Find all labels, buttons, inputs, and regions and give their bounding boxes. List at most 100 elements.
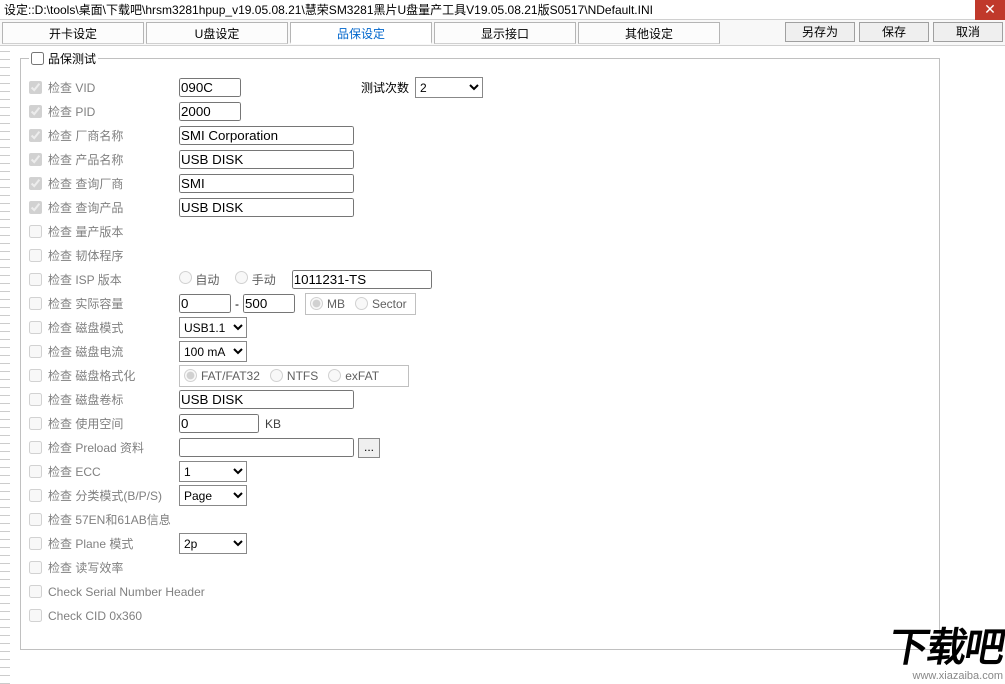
capacity-unit-group: MB Sector: [305, 293, 416, 315]
diskmode-select[interactable]: USB1.1: [179, 317, 247, 338]
check-vendor-checkbox[interactable]: [29, 129, 42, 142]
check-diskfmt-label: 检查 磁盘格式化: [48, 367, 135, 384]
vendor-input[interactable]: [179, 126, 354, 145]
used-unit: KB: [265, 417, 281, 431]
capacity-sector-label: Sector: [372, 297, 407, 311]
check-rweff-label: 检查 读写效率: [48, 559, 123, 576]
check-capacity-label: 检查 实际容量: [48, 295, 123, 312]
check-ecc-label: 检查 ECC: [48, 463, 101, 480]
check-snhdr-label: Check Serial Number Header: [48, 585, 205, 599]
class-select[interactable]: Page: [179, 485, 247, 506]
ispver-auto-radio[interactable]: [179, 271, 192, 284]
preload-input[interactable]: [179, 438, 354, 457]
check-used-label: 检查 使用空间: [48, 415, 123, 432]
ispver-manual-radio[interactable]: [235, 271, 248, 284]
check-qvendor-checkbox[interactable]: [29, 177, 42, 190]
check-vid-label: 检查 VID: [48, 79, 95, 96]
tab-card-settings[interactable]: 开卡设定: [2, 22, 144, 44]
qvendor-input[interactable]: [179, 174, 354, 193]
tab-qa-settings[interactable]: 品保设定: [290, 22, 432, 44]
check-qproduct-label: 检查 查询产品: [48, 199, 123, 216]
ispver-auto-label: 自动: [195, 273, 219, 287]
check-diskcur-checkbox[interactable]: [29, 345, 42, 358]
check-vol-checkbox[interactable]: [29, 393, 42, 406]
check-fwprog-label: 检查 韧体程序: [48, 247, 123, 264]
pid-input[interactable]: [179, 102, 241, 121]
save-button[interactable]: 保存: [859, 22, 929, 42]
product-input[interactable]: [179, 150, 354, 169]
ecc-select[interactable]: 1: [179, 461, 247, 482]
check-diskfmt-checkbox[interactable]: [29, 369, 42, 382]
check-cid-label: Check CID 0x360: [48, 609, 142, 623]
ispver-input[interactable]: [292, 270, 432, 289]
check-pid-checkbox[interactable]: [29, 105, 42, 118]
check-product-label: 检查 产品名称: [48, 151, 123, 168]
qa-legend: 品保测试: [29, 50, 98, 67]
fmt-fat-label: FAT/FAT32: [201, 369, 260, 383]
check-vol-label: 检查 磁盘卷标: [48, 391, 123, 408]
capacity-to-input[interactable]: [243, 294, 295, 313]
qa-enable-checkbox[interactable]: [31, 52, 44, 65]
plane-select[interactable]: 2p: [179, 533, 247, 554]
check-used-checkbox[interactable]: [29, 417, 42, 430]
cancel-button[interactable]: 取消: [933, 22, 1003, 42]
check-vid-checkbox[interactable]: [29, 81, 42, 94]
check-pid-label: 检查 PID: [48, 103, 95, 120]
tab-other-settings[interactable]: 其他设定: [578, 22, 720, 44]
check-class-checkbox[interactable]: [29, 489, 42, 502]
check-plane-label: 检查 Plane 模式: [48, 535, 133, 552]
check-diskmode-checkbox[interactable]: [29, 321, 42, 334]
check-en61ab-checkbox[interactable]: [29, 513, 42, 526]
check-qproduct-checkbox[interactable]: [29, 201, 42, 214]
diskfmt-group: FAT/FAT32 NTFS exFAT: [179, 365, 409, 387]
check-product-checkbox[interactable]: [29, 153, 42, 166]
qproduct-input[interactable]: [179, 198, 354, 217]
watermark-url: www.xiazaiba.com: [913, 670, 1003, 682]
check-cid-checkbox[interactable]: [29, 609, 42, 622]
left-ruler: [0, 46, 10, 684]
check-diskmode-label: 检查 磁盘模式: [48, 319, 123, 336]
tab-usb-settings[interactable]: U盘设定: [146, 22, 288, 44]
fmt-exfat-radio[interactable]: [328, 369, 341, 382]
check-ispver-label: 检查 ISP 版本: [48, 271, 122, 288]
diskcur-select[interactable]: 100 mA: [179, 341, 247, 362]
qa-legend-text: 品保测试: [48, 50, 96, 67]
preload-browse-button[interactable]: ...: [358, 438, 380, 458]
check-vendor-label: 检查 厂商名称: [48, 127, 123, 144]
check-diskcur-label: 检查 磁盘电流: [48, 343, 123, 360]
qa-test-group: 品保测试 测试次数 2 检查 VID 检查 PID 检查 厂商名称: [20, 50, 940, 650]
check-mpver-label: 检查 量产版本: [48, 223, 123, 240]
check-capacity-checkbox[interactable]: [29, 297, 42, 310]
window-title: 设定::D:\tools\桌面\下载吧\hrsm3281hpup_v19.05.…: [4, 3, 653, 17]
used-input[interactable]: [179, 414, 259, 433]
check-ecc-checkbox[interactable]: [29, 465, 42, 478]
check-preload-checkbox[interactable]: [29, 441, 42, 454]
close-button[interactable]: ✕: [975, 0, 1005, 20]
capacity-mb-radio[interactable]: [310, 297, 323, 310]
fmt-ntfs-label: NTFS: [287, 369, 318, 383]
check-rweff-checkbox[interactable]: [29, 561, 42, 574]
vol-input[interactable]: [179, 390, 354, 409]
check-snhdr-checkbox[interactable]: [29, 585, 42, 598]
check-mpver-checkbox[interactable]: [29, 225, 42, 238]
watermark-logo: 下载吧: [885, 626, 1005, 670]
toolbar: 开卡设定 U盘设定 品保设定 显示接口 其他设定 另存为 保存 取消: [0, 20, 1005, 46]
fmt-ntfs-radio[interactable]: [270, 369, 283, 382]
dash: -: [235, 297, 239, 311]
capacity-from-input[interactable]: [179, 294, 231, 313]
ispver-manual-label: 手动: [252, 273, 276, 287]
check-qvendor-label: 检查 查询厂商: [48, 175, 123, 192]
check-fwprog-checkbox[interactable]: [29, 249, 42, 262]
tab-display-interface[interactable]: 显示接口: [434, 22, 576, 44]
capacity-sector-radio[interactable]: [355, 297, 368, 310]
fmt-fat-radio[interactable]: [184, 369, 197, 382]
vid-input[interactable]: [179, 78, 241, 97]
capacity-mb-label: MB: [327, 297, 345, 311]
check-class-label: 检查 分类模式(B/P/S): [48, 487, 162, 504]
check-plane-checkbox[interactable]: [29, 537, 42, 550]
watermark: 下载吧 www.xiazaiba.com: [889, 626, 1003, 682]
content-area: 品保测试 测试次数 2 检查 VID 检查 PID 检查 厂商名称: [0, 46, 1005, 684]
check-ispver-checkbox[interactable]: [29, 273, 42, 286]
saveas-button[interactable]: 另存为: [785, 22, 855, 42]
fmt-exfat-label: exFAT: [345, 369, 379, 383]
